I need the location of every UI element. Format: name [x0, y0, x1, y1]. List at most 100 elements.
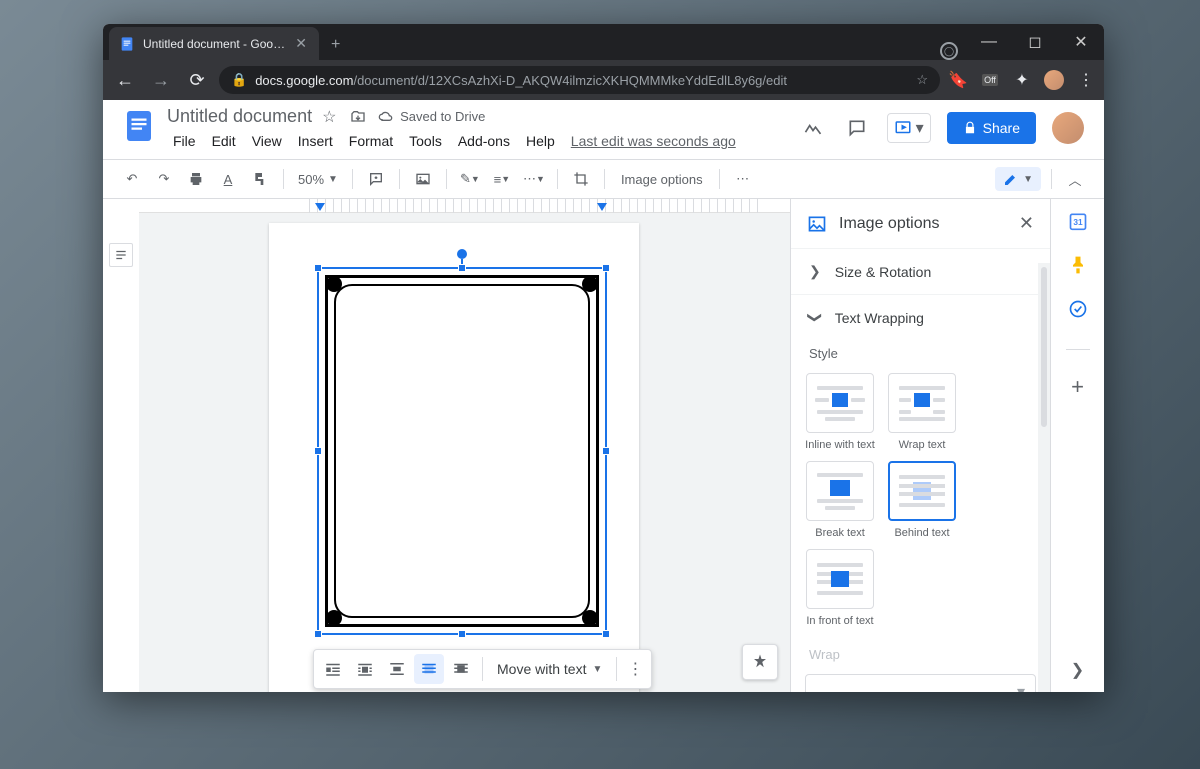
- ruler-indent-left-icon[interactable]: [315, 203, 325, 213]
- resize-handle-mr[interactable]: [602, 447, 610, 455]
- image-options-panel: Image options ✕ ❯ Size & Rotation ❯ Text…: [790, 199, 1050, 692]
- wrap-inline-button[interactable]: [318, 654, 348, 684]
- style-infront[interactable]: In front of text: [805, 549, 875, 627]
- crop-button[interactable]: [568, 166, 594, 192]
- titlebar: Untitled document - Google Docs ✕ + ◯ ― …: [103, 24, 1104, 60]
- browser-tab[interactable]: Untitled document - Google Docs ✕: [109, 27, 319, 60]
- resize-handle-ml[interactable]: [314, 447, 322, 455]
- save-status[interactable]: Saved to Drive: [378, 109, 485, 125]
- style-behind[interactable]: Behind text: [887, 461, 957, 539]
- toolbar: ↶ ↷ A 50% ▼ ✎ ▼ ≡ ▼ ⋯ ▼ Image options ⋯ …: [103, 159, 1104, 199]
- url-field[interactable]: 🔒 docs.google.com/document/d/12XCsAzhXi-…: [219, 66, 940, 94]
- ext-off-icon[interactable]: Off: [980, 70, 1000, 90]
- menu-edit[interactable]: Edit: [206, 131, 242, 151]
- star-document-icon[interactable]: ☆: [322, 107, 340, 127]
- star-icon[interactable]: ☆: [916, 72, 928, 88]
- browser-menu-icon[interactable]: ⋮: [1076, 70, 1096, 90]
- profile-indicator-icon[interactable]: ◯: [940, 42, 958, 60]
- rotate-handle[interactable]: [457, 249, 467, 259]
- selected-image[interactable]: [317, 267, 607, 635]
- image-placeholder-button[interactable]: [410, 166, 436, 192]
- keep-addon-icon[interactable]: [1068, 255, 1088, 275]
- resize-handle-bl[interactable]: [314, 630, 322, 638]
- wrap-text-button[interactable]: [350, 654, 380, 684]
- back-button[interactable]: ←: [111, 66, 139, 94]
- svg-text:31: 31: [1073, 217, 1083, 227]
- resize-handle-bm[interactable]: [458, 630, 466, 638]
- style-inline[interactable]: Inline with text: [805, 373, 875, 451]
- maximize-button[interactable]: ◻: [1012, 27, 1058, 57]
- menu-tools[interactable]: Tools: [403, 131, 448, 151]
- document-title[interactable]: Untitled document: [167, 106, 312, 127]
- minimize-button[interactable]: ―: [966, 27, 1012, 57]
- calendar-addon-icon[interactable]: 31: [1068, 211, 1088, 231]
- canvas[interactable]: Move with text▼ ⋮: [139, 199, 790, 692]
- style-wrap[interactable]: Wrap text: [887, 373, 957, 451]
- tasks-addon-icon[interactable]: [1068, 299, 1088, 319]
- new-tab-button[interactable]: +: [319, 30, 352, 60]
- account-avatar[interactable]: [1052, 112, 1084, 144]
- menubar: File Edit View Insert Format Tools Add-o…: [167, 127, 742, 159]
- move-document-icon[interactable]: [350, 109, 368, 125]
- docs-header: Untitled document ☆ Saved to Drive File …: [103, 100, 1104, 159]
- editing-mode-button[interactable]: ▼: [995, 167, 1041, 191]
- reload-button[interactable]: ⟳: [183, 66, 211, 94]
- resize-handle-tl[interactable]: [314, 264, 322, 272]
- collapse-toolbar-button[interactable]: ︿: [1062, 166, 1088, 192]
- print-button[interactable]: [183, 166, 209, 192]
- more-toolbar-button[interactable]: ⋯: [730, 166, 756, 192]
- resize-handle-br[interactable]: [602, 630, 610, 638]
- url-host: docs.google.com: [255, 73, 353, 88]
- close-window-button[interactable]: ✕: [1058, 27, 1104, 57]
- zoom-select[interactable]: 50% ▼: [294, 172, 342, 187]
- sidepanel-scrollbar[interactable]: [1038, 263, 1050, 692]
- present-button[interactable]: ▾: [887, 113, 931, 143]
- ext-tag-icon[interactable]: 🔖: [948, 70, 968, 90]
- move-with-text-select[interactable]: Move with text▼: [489, 661, 610, 677]
- collapse-rail-icon[interactable]: ❯: [1071, 660, 1084, 680]
- section-text-wrapping[interactable]: ❯ Text Wrapping: [791, 295, 1050, 340]
- docs-logo-icon[interactable]: [119, 106, 159, 146]
- menu-insert[interactable]: Insert: [292, 131, 339, 151]
- redo-button[interactable]: ↷: [151, 166, 177, 192]
- share-button[interactable]: Share: [947, 112, 1036, 144]
- border-dash-button[interactable]: ⋯ ▼: [521, 166, 547, 192]
- style-break[interactable]: Break text: [805, 461, 875, 539]
- extensions-icon[interactable]: ✦: [1012, 70, 1032, 90]
- floating-more-icon[interactable]: ⋮: [623, 659, 647, 679]
- profile-avatar-icon[interactable]: [1044, 70, 1064, 90]
- menu-help[interactable]: Help: [520, 131, 561, 151]
- ruler-indent-right-icon[interactable]: [597, 203, 607, 213]
- docs-favicon-icon: [119, 36, 135, 52]
- paint-format-button[interactable]: [247, 166, 273, 192]
- menu-file[interactable]: File: [167, 131, 202, 151]
- section-size-rotation[interactable]: ❯ Size & Rotation: [791, 249, 1050, 294]
- add-comment-button[interactable]: [363, 166, 389, 192]
- explore-fab[interactable]: [742, 644, 778, 680]
- menu-view[interactable]: View: [246, 131, 288, 151]
- border-weight-button[interactable]: ≡ ▼: [489, 166, 515, 192]
- border-color-button[interactable]: ✎ ▼: [457, 166, 483, 192]
- left-column: [103, 199, 139, 692]
- forward-button[interactable]: →: [147, 66, 175, 94]
- menu-format[interactable]: Format: [343, 131, 399, 151]
- break-text-button[interactable]: [382, 654, 412, 684]
- outline-toggle-button[interactable]: [109, 243, 133, 267]
- tab-close-icon[interactable]: ✕: [293, 35, 309, 52]
- sidepanel-close-icon[interactable]: ✕: [1019, 213, 1034, 234]
- wrap-select[interactable]: ▾: [805, 674, 1036, 692]
- get-addons-button[interactable]: +: [1071, 374, 1084, 400]
- undo-button[interactable]: ↶: [119, 166, 145, 192]
- window-controls: ― ◻ ✕: [966, 24, 1104, 60]
- comments-icon[interactable]: [843, 114, 871, 142]
- spellcheck-button[interactable]: A: [215, 166, 241, 192]
- menu-addons[interactable]: Add-ons: [452, 131, 516, 151]
- last-edit-link[interactable]: Last edit was seconds ago: [565, 131, 742, 151]
- horizontal-ruler[interactable]: [139, 199, 790, 213]
- in-front-text-button[interactable]: [446, 654, 476, 684]
- activity-icon[interactable]: [799, 114, 827, 142]
- behind-text-button[interactable]: [414, 654, 444, 684]
- resize-handle-tr[interactable]: [602, 264, 610, 272]
- resize-handle-tm[interactable]: [458, 264, 466, 272]
- image-options-button[interactable]: Image options: [615, 172, 709, 187]
